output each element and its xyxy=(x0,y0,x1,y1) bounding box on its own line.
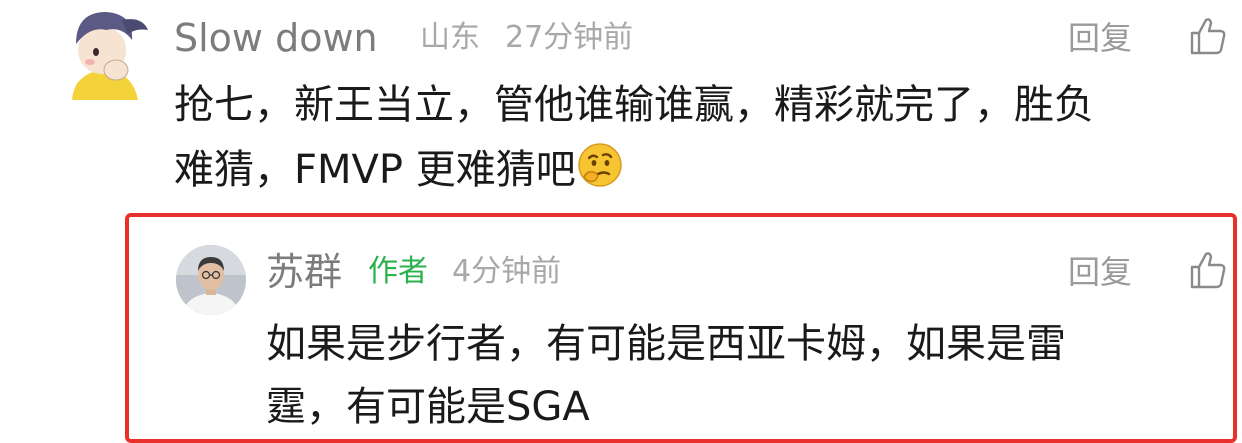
reply-to-reply-button[interactable]: 回复 xyxy=(1068,256,1132,288)
comment-text-line2: 难猜，FMVP 更难猜吧 xyxy=(174,139,624,207)
reply-like-icon[interactable] xyxy=(1188,250,1228,290)
author-username[interactable]: 苏群 xyxy=(266,253,342,291)
commenter-location: 山东 xyxy=(420,20,480,55)
like-icon[interactable] xyxy=(1188,16,1228,56)
comment-text-line2-content: 难猜，FMVP 更难猜吧 xyxy=(174,147,576,193)
comment-timestamp: 27分钟前 xyxy=(505,20,634,55)
thinking-face-emoji xyxy=(576,141,624,207)
author-badge: 作者 xyxy=(368,254,428,289)
reply-text-line2: 霆，有可能是SGA xyxy=(266,384,590,430)
author-avatar[interactable] xyxy=(176,245,246,315)
reply-button[interactable]: 回复 xyxy=(1068,22,1132,54)
commenter-avatar[interactable] xyxy=(62,4,152,100)
commenter-username[interactable]: Slow down xyxy=(174,19,378,57)
reply-timestamp: 4分钟前 xyxy=(452,254,562,289)
reply-text-line1: 如果是步行者，有可能是西亚卡姆，如果是雷 xyxy=(266,321,1066,367)
comment-text-line1: 抢七，新王当立，管他谁输谁赢，精彩就完了，胜负 xyxy=(174,82,1094,128)
